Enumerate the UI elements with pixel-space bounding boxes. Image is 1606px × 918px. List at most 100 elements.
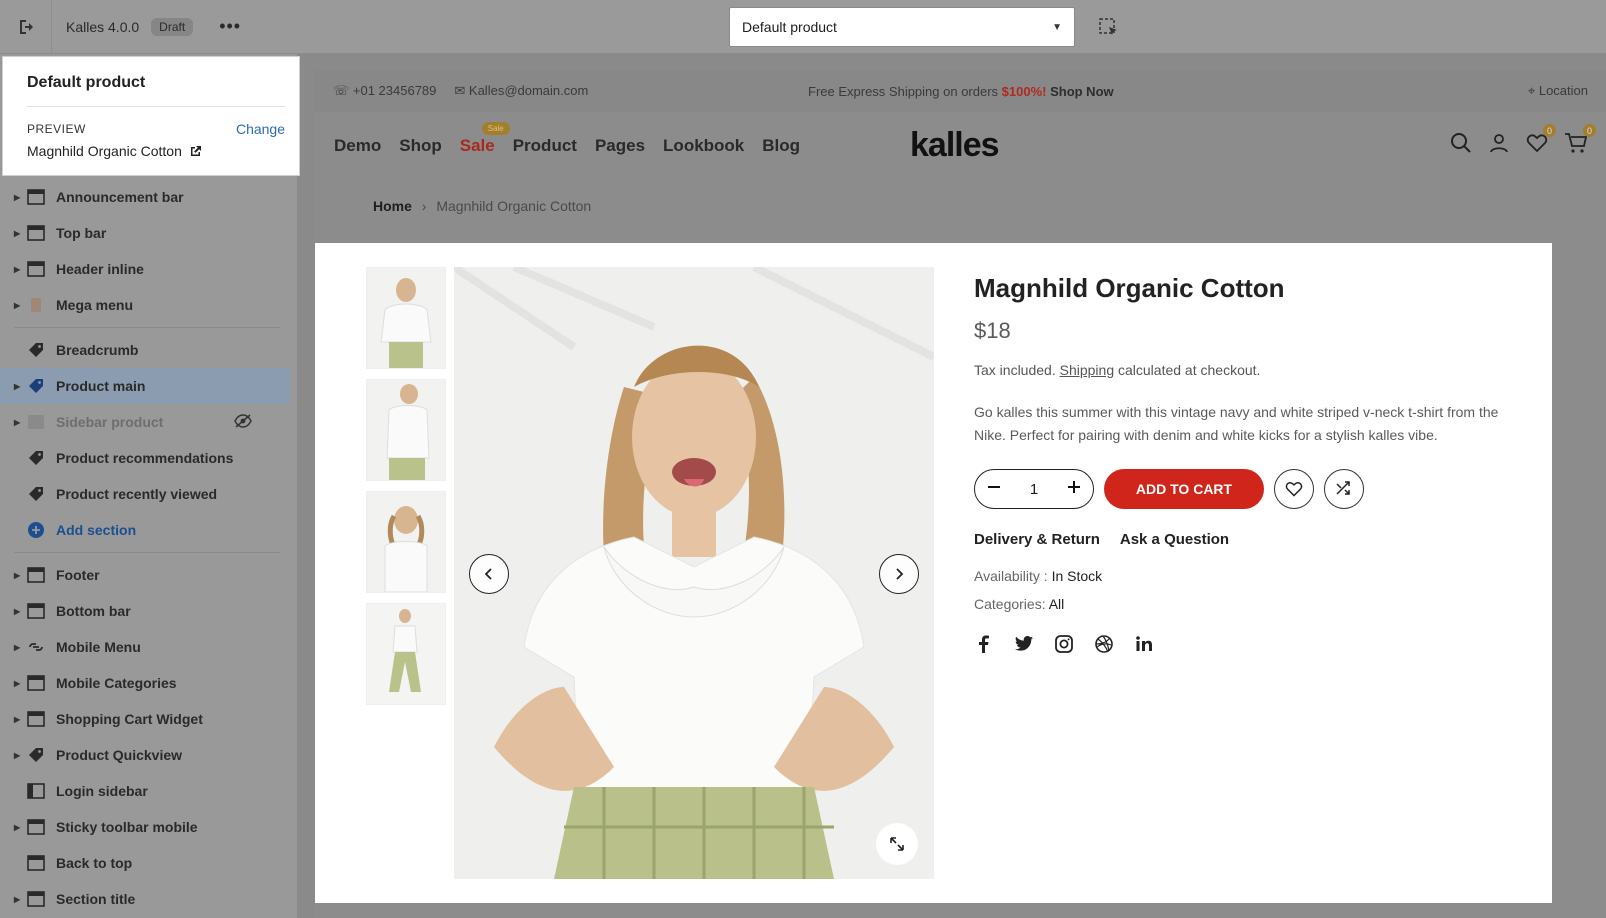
shipping-link[interactable]: Shipping (1060, 362, 1115, 378)
section-header-inline[interactable]: ▶ Header inline (0, 251, 298, 287)
product-main-image[interactable] (454, 267, 934, 879)
nav-sale[interactable]: Sale Sale (460, 122, 510, 156)
account-icon[interactable] (1488, 132, 1510, 159)
change-preview-link[interactable]: Change (236, 121, 285, 137)
section-product-recently-viewed[interactable]: Product recently viewed (0, 476, 298, 512)
facebook-icon[interactable] (974, 634, 994, 659)
section-footer[interactable]: ▶ Footer (0, 557, 298, 593)
hidden-eye-icon[interactable] (234, 413, 252, 431)
preview-label: PREVIEW (27, 122, 86, 136)
expand-icon (890, 837, 904, 851)
expand-arrow-icon[interactable]: ▶ (14, 679, 24, 688)
template-select[interactable]: Default product ▼ (729, 7, 1075, 47)
expand-arrow-icon[interactable]: ▶ (14, 418, 24, 427)
section-shopping-cart-widget[interactable]: ▶ Shopping Cart Widget (0, 701, 298, 737)
wishlist-button[interactable] (1274, 469, 1314, 509)
cart-icon[interactable]: 0 (1564, 124, 1596, 159)
twitter-icon[interactable] (1014, 634, 1034, 659)
shipping-text: Free Express Shipping on orders (808, 83, 1002, 99)
wishlist-icon[interactable]: 0 (1526, 124, 1556, 159)
store-logo[interactable]: kalles (910, 126, 1000, 165)
shipping-highlight: $100%! (1001, 83, 1047, 99)
expand-arrow-icon[interactable]: ▶ (14, 607, 24, 616)
shop-now-link[interactable]: Shop Now (1046, 84, 1114, 99)
email-contact[interactable]: ✉ Kalles@domain.com (454, 83, 588, 99)
section-sidebar-product[interactable]: ▶ Sidebar product (0, 404, 298, 440)
decrease-quantity-button[interactable] (987, 480, 1001, 498)
section-top-bar[interactable]: ▶ Top bar (0, 215, 298, 251)
section-login-sidebar[interactable]: Login sidebar (0, 773, 298, 809)
section-product-quickview[interactable]: ▶ Product Quickview (0, 737, 298, 773)
product-thumbnail[interactable] (366, 267, 446, 369)
section-label: Product recently viewed (56, 486, 218, 502)
section-breadcrumb[interactable]: Breadcrumb (0, 332, 298, 368)
expand-arrow-icon[interactable]: ▶ (14, 193, 24, 202)
expand-arrow-icon[interactable]: ▶ (14, 301, 24, 310)
section-label: Product Quickview (56, 747, 183, 763)
increase-quantity-button[interactable] (1067, 480, 1081, 498)
section-back-to-top[interactable]: Back to top (0, 845, 298, 881)
quantity-input[interactable]: 1 (1030, 481, 1038, 498)
section-label: Breadcrumb (56, 342, 139, 358)
search-icon[interactable] (1450, 132, 1472, 159)
section-mega-menu[interactable]: ▶ Mega menu (0, 287, 298, 323)
breadcrumb-home[interactable]: Home (373, 198, 412, 214)
location-link[interactable]: ⌖ Location (1528, 83, 1588, 99)
section-label: Login sidebar (56, 783, 148, 799)
expand-arrow-icon[interactable]: ▶ (14, 643, 24, 652)
expand-arrow-icon[interactable]: ▶ (14, 895, 24, 904)
nav-lookbook[interactable]: Lookbook (663, 136, 744, 156)
phone-contact[interactable]: ☏ +01 23456789 (333, 83, 436, 99)
categories: Categories: All (974, 596, 1534, 612)
section-bottom-bar[interactable]: ▶ Bottom bar (0, 593, 298, 629)
expand-arrow-icon[interactable]: ▶ (14, 229, 24, 238)
expand-arrow-icon[interactable]: ▶ (14, 382, 24, 391)
product-thumbnail[interactable] (366, 491, 446, 593)
product-thumbnail[interactable] (366, 379, 446, 481)
nav-pages[interactable]: Pages (595, 136, 645, 156)
dribbble-icon[interactable] (1094, 634, 1114, 659)
exit-button[interactable] (0, 0, 52, 54)
expand-arrow-icon[interactable]: ▶ (14, 571, 24, 580)
preview-product-name: Magnhild Organic Cotton (27, 143, 182, 159)
nav-product[interactable]: Product (513, 136, 577, 156)
section-announcement-bar[interactable]: ▶ Announcement bar (0, 179, 298, 215)
tax-note: Tax included. Shipping calculated at che… (974, 362, 1534, 378)
zoom-image-button[interactable] (876, 823, 918, 865)
compare-button[interactable] (1324, 469, 1364, 509)
linkedin-icon[interactable] (1134, 634, 1154, 659)
next-image-button[interactable] (879, 554, 919, 594)
chevron-down-icon: ▼ (1052, 21, 1062, 33)
categories-value[interactable]: All (1049, 596, 1065, 612)
preview-product-link[interactable]: Magnhild Organic Cotton (27, 143, 285, 159)
ask-question-link[interactable]: Ask a Question (1120, 531, 1229, 548)
layout-icon (26, 260, 46, 278)
nav-demo[interactable]: Demo (334, 136, 381, 156)
layout-icon (26, 818, 46, 836)
section-mobile-menu[interactable]: ▶ Mobile Menu (0, 629, 298, 665)
expand-arrow-icon[interactable]: ▶ (14, 715, 24, 724)
section-product-main[interactable]: ▶ Product main (0, 368, 290, 404)
expand-arrow-icon[interactable]: ▶ (14, 823, 24, 832)
chevron-right-icon (896, 568, 904, 580)
more-actions-button[interactable]: ••• (219, 16, 241, 37)
inspector-toggle-button[interactable] (1098, 17, 1120, 39)
nav-shop[interactable]: Shop (399, 136, 442, 156)
expand-arrow-icon[interactable]: ▶ (14, 265, 24, 274)
prev-image-button[interactable] (469, 554, 509, 594)
layout-icon (26, 890, 46, 908)
nav-blog[interactable]: Blog (762, 136, 800, 156)
announcement-bar: ☏ +01 23456789 ✉ Kalles@domain.com Free … (315, 70, 1606, 112)
instagram-icon[interactable] (1054, 634, 1074, 659)
product-thumbnail[interactable] (366, 603, 446, 705)
expand-arrow-icon[interactable]: ▶ (14, 751, 24, 760)
delivery-return-link[interactable]: Delivery & Return (974, 531, 1100, 548)
section-sticky-toolbar-mobile[interactable]: ▶ Sticky toolbar mobile (0, 809, 298, 845)
add-to-cart-button[interactable]: ADD TO CART (1104, 469, 1264, 509)
section-product-recommendations[interactable]: Product recommendations (0, 440, 298, 476)
breadcrumb-separator: › (421, 198, 427, 214)
section-mobile-categories[interactable]: ▶ Mobile Categories (0, 665, 298, 701)
external-link-icon (190, 146, 201, 156)
add-section-button[interactable]: Add section (0, 512, 298, 548)
section-section-title[interactable]: ▶ Section title (0, 881, 298, 917)
